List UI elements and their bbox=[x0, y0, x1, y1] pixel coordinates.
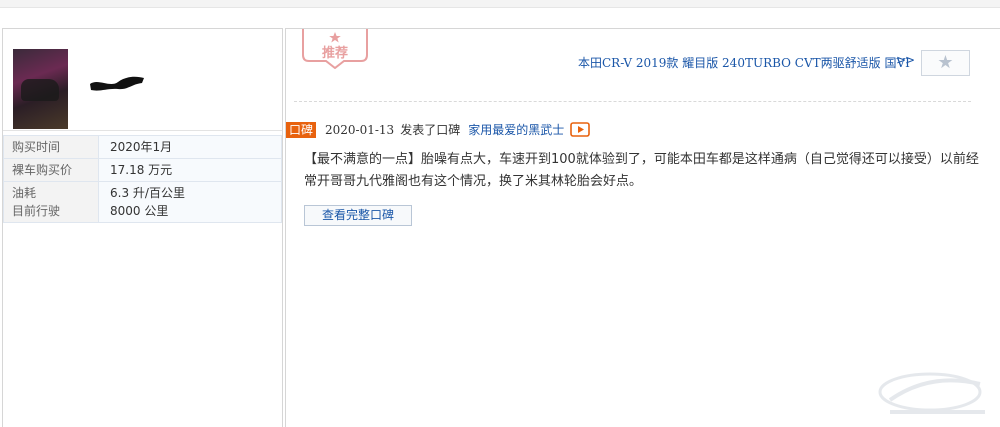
favorite-button[interactable]: ★ bbox=[921, 50, 970, 76]
star-icon: ★ bbox=[937, 52, 954, 73]
avatar[interactable] bbox=[13, 49, 68, 129]
info-label: 裸车购买价 bbox=[4, 159, 99, 181]
video-play-icon[interactable] bbox=[570, 122, 591, 137]
view-full-review-button[interactable]: 查看完整口碑 bbox=[304, 205, 412, 226]
info-label-stack: 油耗 目前行驶 bbox=[4, 182, 99, 222]
user-panel: 购买时间 2020年1月 裸车购买价 17.18 万元 油耗 目前行驶 6.3 … bbox=[2, 28, 283, 427]
site-watermark-logo bbox=[878, 372, 985, 414]
info-row-double: 油耗 目前行驶 6.3 升/百公里 8000 公里 bbox=[4, 182, 281, 222]
info-value: 2020年1月 bbox=[99, 136, 281, 158]
koubei-tag: 口碑 bbox=[286, 122, 316, 138]
info-label: 油耗 bbox=[12, 186, 37, 200]
divider bbox=[294, 101, 971, 102]
car-model-link[interactable]: 本田CR-V 2019款 耀目版 240TURBO CVT两驱舒适版 国VI bbox=[578, 54, 910, 71]
purchase-info-table: 购买时间 2020年1月 裸车购买价 17.18 万元 油耗 目前行驶 6.3 … bbox=[3, 135, 282, 223]
post-action-text: 发表了口碑 bbox=[400, 123, 461, 137]
info-row: 裸车购买价 17.18 万元 bbox=[4, 159, 281, 182]
post-header: 2020-01-13 发表了口碑 家用最爱的黑武士 bbox=[325, 121, 591, 138]
info-value: 6.3 升/百公里 bbox=[110, 186, 185, 200]
review-title-link[interactable]: 家用最爱的黑武士 bbox=[468, 123, 564, 137]
review-content: 【最不满意的一点】胎噪有点大，车速开到100就体验到了，可能本田车都是这样通病（… bbox=[304, 152, 979, 189]
more-chevron-icon[interactable]: >> bbox=[896, 53, 915, 67]
recommend-stamp-icon: 推荐 bbox=[302, 29, 368, 69]
info-value: 8000 公里 bbox=[110, 204, 169, 218]
info-value-stack: 6.3 升/百公里 8000 公里 bbox=[99, 182, 281, 222]
info-label: 购买时间 bbox=[4, 136, 99, 158]
info-label: 目前行驶 bbox=[12, 204, 61, 218]
username-redacted bbox=[90, 76, 144, 91]
top-strip bbox=[0, 0, 1000, 8]
info-value: 17.18 万元 bbox=[99, 159, 281, 181]
user-box bbox=[3, 29, 282, 131]
info-row: 购买时间 2020年1月 bbox=[4, 136, 281, 159]
post-date: 2020-01-13 bbox=[325, 123, 395, 137]
recommend-badge-text: 推荐 bbox=[322, 45, 348, 61]
